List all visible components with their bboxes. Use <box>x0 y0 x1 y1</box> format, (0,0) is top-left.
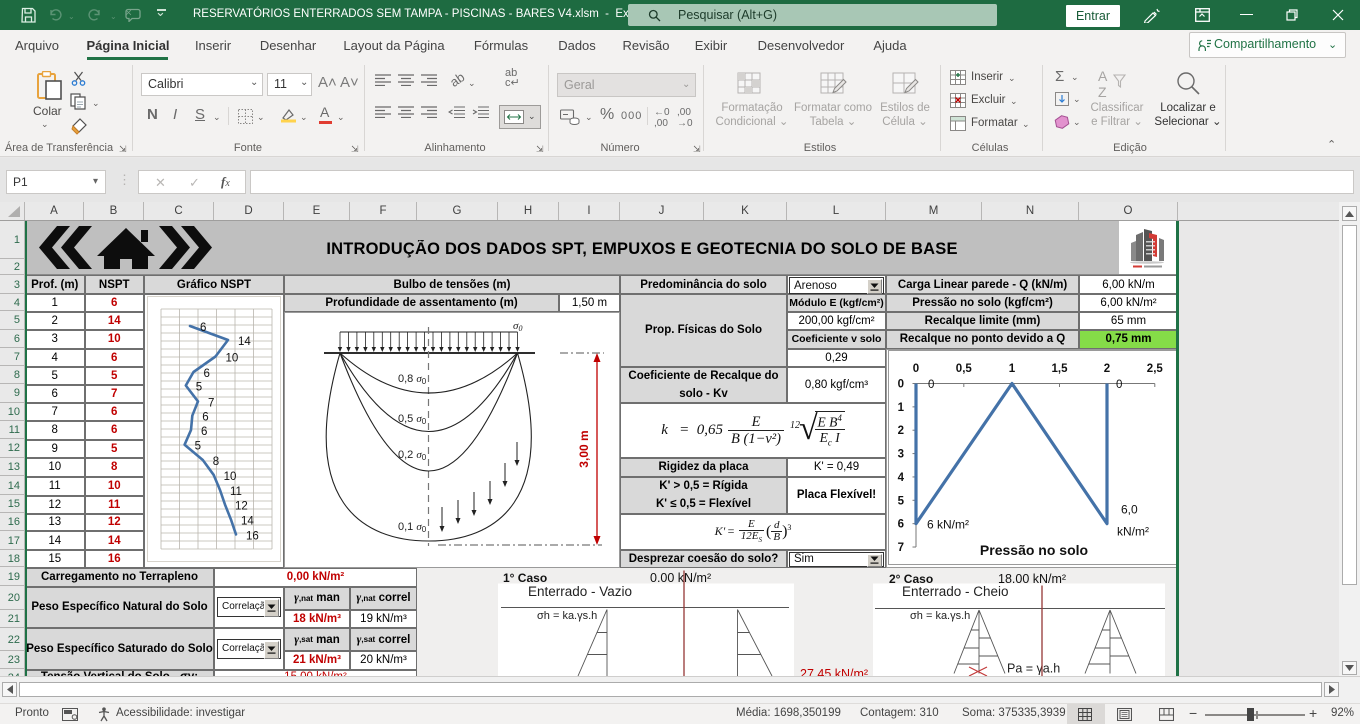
svg-text:kN/m²: kN/m² <box>1117 525 1149 539</box>
svg-text:0: 0 <box>928 379 934 391</box>
svg-text:14: 14 <box>238 336 251 348</box>
svg-text:6: 6 <box>202 412 208 424</box>
svg-text:0.00 kN/m²: 0.00 kN/m² <box>650 571 711 585</box>
svg-text:3,00 m: 3,00 m <box>577 430 591 467</box>
svg-text:16: 16 <box>246 530 259 542</box>
svg-text:0,5 σ0: 0,5 σ0 <box>398 413 427 426</box>
svg-text:0,5: 0,5 <box>956 363 973 375</box>
svg-text:σ0: σ0 <box>513 320 522 333</box>
svg-text:2,5: 2,5 <box>1147 363 1164 375</box>
svg-text:10: 10 <box>226 353 239 365</box>
svg-text:0: 0 <box>1116 379 1122 391</box>
svg-text:6: 6 <box>204 368 210 380</box>
svg-text:2: 2 <box>1104 363 1110 375</box>
svg-text:6: 6 <box>898 519 904 531</box>
svg-text:14: 14 <box>241 516 254 528</box>
svg-text:6 kN/m²: 6 kN/m² <box>927 518 969 532</box>
svg-text:4: 4 <box>898 472 905 484</box>
svg-text:Enterrado - Cheio: Enterrado - Cheio <box>902 584 1009 599</box>
svg-text:1: 1 <box>1009 363 1016 375</box>
svg-text:8: 8 <box>213 456 219 468</box>
svg-text:1: 1 <box>898 402 905 414</box>
svg-text:σh = ka.γs.h: σh = ka.γs.h <box>910 610 970 622</box>
svg-text:Pressão no solo: Pressão no solo <box>980 542 1088 558</box>
svg-text:7: 7 <box>208 397 214 409</box>
svg-text:Pa = γa.h: Pa = γa.h <box>1007 661 1060 675</box>
svg-text:0: 0 <box>913 363 919 375</box>
svg-text:5: 5 <box>195 441 201 453</box>
svg-text:Enterrado - Vazio: Enterrado - Vazio <box>528 584 632 599</box>
svg-text:0,1 σ0: 0,1 σ0 <box>398 521 427 534</box>
svg-text:6: 6 <box>201 426 207 438</box>
svg-text:11: 11 <box>230 486 242 498</box>
svg-text:12: 12 <box>235 501 248 513</box>
svg-text:27,45 kN/m²: 27,45 kN/m² <box>800 667 868 676</box>
svg-text:5: 5 <box>196 382 202 394</box>
svg-text:0: 0 <box>898 379 904 391</box>
svg-text:6,0: 6,0 <box>1121 503 1138 517</box>
svg-text:0,8 σ0: 0,8 σ0 <box>398 373 427 386</box>
svg-text:0,2 σ0: 0,2 σ0 <box>398 449 427 462</box>
svg-text:5: 5 <box>898 495 905 507</box>
svg-text:10: 10 <box>224 471 237 483</box>
svg-text:σh = ka.γs.h: σh = ka.γs.h <box>537 610 597 622</box>
svg-text:6: 6 <box>200 322 206 334</box>
svg-text:2: 2 <box>898 425 904 437</box>
svg-text:7: 7 <box>898 542 904 554</box>
svg-text:3: 3 <box>898 449 904 461</box>
svg-text:1,5: 1,5 <box>1052 363 1069 375</box>
svg-text:1° Caso: 1° Caso <box>503 571 547 585</box>
